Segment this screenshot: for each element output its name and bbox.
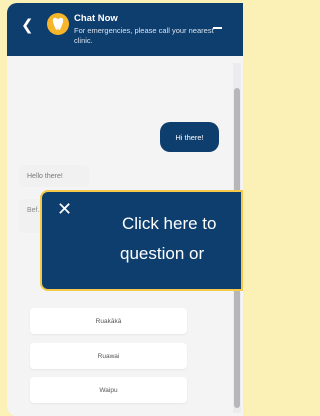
chat-title: Chat Now — [74, 13, 118, 24]
chat-subtitle: For emergencies, please call your neares… — [74, 26, 214, 45]
banner-text-line1: Click here to — [122, 214, 217, 233]
bot-message: Hello there! — [19, 165, 89, 187]
tooth-icon — [52, 17, 64, 30]
banner-text-line2: question or — [120, 244, 205, 263]
user-message: Hi there! — [160, 122, 219, 152]
avatar — [47, 13, 69, 35]
minimize-icon[interactable] — [213, 27, 222, 29]
help-prompt-banner[interactable]: ✕ Click here to question or — [40, 190, 243, 291]
option-button-waipu[interactable]: Waipu — [30, 377, 187, 403]
option-button-ruakaka[interactable]: Ruakākā — [30, 308, 187, 334]
close-icon[interactable]: ✕ — [57, 200, 72, 218]
chat-header: ❮ Chat Now For emergencies, please call … — [7, 3, 243, 56]
chevron-left-icon[interactable]: ❮ — [21, 18, 34, 33]
option-button-ruawai[interactable]: Ruawai — [30, 343, 187, 369]
